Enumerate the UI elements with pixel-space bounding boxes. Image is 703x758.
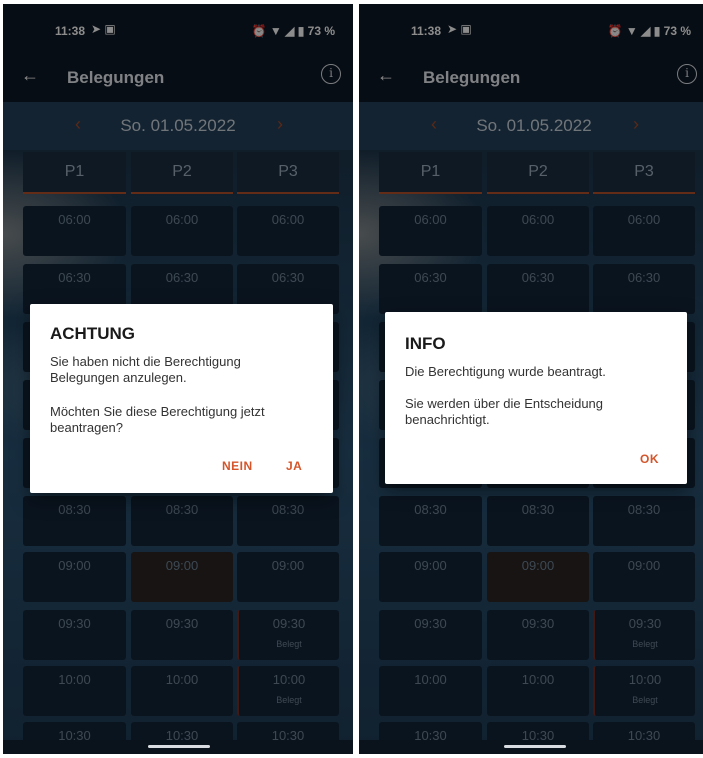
alert-dialog: ACHTUNG Sie haben nicht die Berechtigung… xyxy=(30,304,333,493)
dialog-note: Sie werden über die Entscheidung benachr… xyxy=(405,396,604,427)
system-nav-bar xyxy=(3,740,353,754)
no-button[interactable]: NEIN xyxy=(222,459,253,473)
home-gesture-handle[interactable] xyxy=(148,745,210,748)
system-nav-bar xyxy=(359,740,703,754)
dialog-question: Möchten Sie diese Berechtigung jetzt bea… xyxy=(50,404,265,435)
dialog-title: INFO xyxy=(405,334,446,353)
dialog-message: Die Berechtigung wurde beantragt. xyxy=(405,364,606,379)
info-dialog: INFO Die Berechtigung wurde beantragt. S… xyxy=(385,312,687,484)
phone-screen-left: 11:38 ➤ ▣ ⏰ ▼ ◢ ▮ 73 % ← Belegungen i ‹ … xyxy=(3,4,353,754)
ok-button[interactable]: OK xyxy=(640,452,659,466)
yes-button[interactable]: JA xyxy=(286,459,302,473)
dialog-message: Sie haben nicht die Berechtigung Belegun… xyxy=(50,354,241,385)
phone-screen-right: 11:38 ➤ ▣ ⏰ ▼ ◢ ▮ 73 % ← Belegungen i ‹ … xyxy=(359,4,703,754)
dialog-title: ACHTUNG xyxy=(50,324,135,343)
home-gesture-handle[interactable] xyxy=(504,745,566,748)
